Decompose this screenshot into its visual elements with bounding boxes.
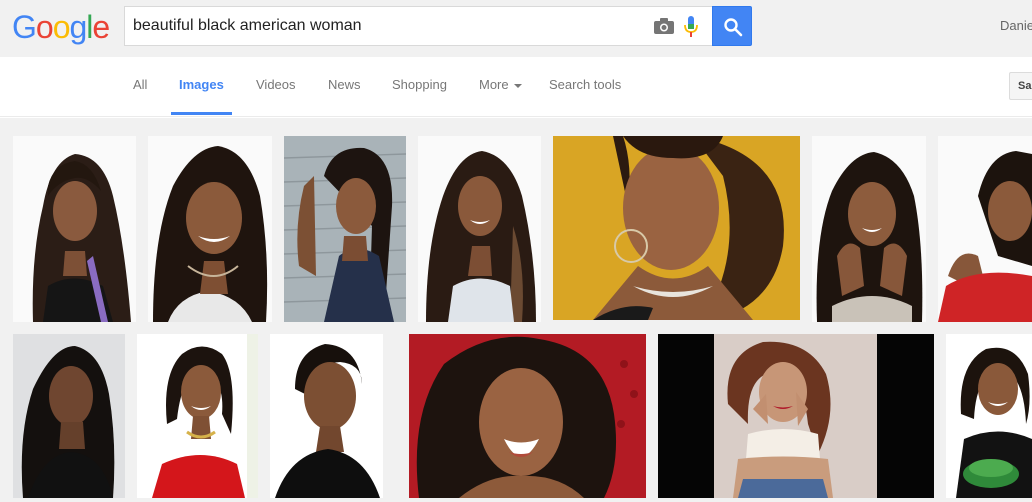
search-input[interactable] <box>133 7 643 45</box>
result-image[interactable] <box>658 334 934 498</box>
result-image[interactable] <box>284 136 406 322</box>
result-image[interactable] <box>938 136 1032 322</box>
tab-search-tools[interactable]: Search tools <box>549 77 621 92</box>
result-image[interactable] <box>13 136 136 322</box>
safe-search-button[interactable]: Sa <box>1009 72 1032 100</box>
search-button[interactable] <box>712 6 752 46</box>
chevron-down-icon <box>513 83 522 88</box>
logo-letter: g <box>69 9 87 45</box>
active-tab-indicator <box>171 112 232 115</box>
result-image[interactable] <box>270 334 383 498</box>
result-image[interactable] <box>812 136 926 322</box>
camera-icon[interactable] <box>653 17 675 35</box>
search-box[interactable] <box>124 6 713 46</box>
logo-letter: G <box>12 9 37 45</box>
tab-shopping[interactable]: Shopping <box>392 77 447 92</box>
image-results-grid <box>0 118 1032 502</box>
google-logo[interactable]: Google <box>12 9 110 45</box>
tab-more-label: More <box>479 77 509 92</box>
tab-news[interactable]: News <box>328 77 361 92</box>
result-image[interactable] <box>148 136 272 322</box>
tab-all[interactable]: All <box>133 77 147 92</box>
result-image[interactable] <box>409 334 646 498</box>
result-image[interactable] <box>946 334 1032 498</box>
search-icon <box>724 18 743 37</box>
microphone-icon[interactable] <box>683 15 699 39</box>
logo-letter: e <box>92 9 110 45</box>
result-image[interactable] <box>553 136 800 320</box>
top-bar: Google Danie <box>0 0 1032 57</box>
search-tabs-bar: All Images Videos News Shopping More Sea… <box>0 57 1032 117</box>
tab-images[interactable]: Images <box>179 77 224 92</box>
result-image[interactable] <box>137 334 258 498</box>
tab-videos[interactable]: Videos <box>256 77 296 92</box>
logo-letter: o <box>52 9 71 45</box>
result-image[interactable] <box>13 334 125 498</box>
result-image[interactable] <box>418 136 541 322</box>
user-name[interactable]: Danie <box>1000 18 1032 33</box>
logo-letter: o <box>35 9 54 45</box>
tab-more[interactable]: More <box>479 77 522 92</box>
